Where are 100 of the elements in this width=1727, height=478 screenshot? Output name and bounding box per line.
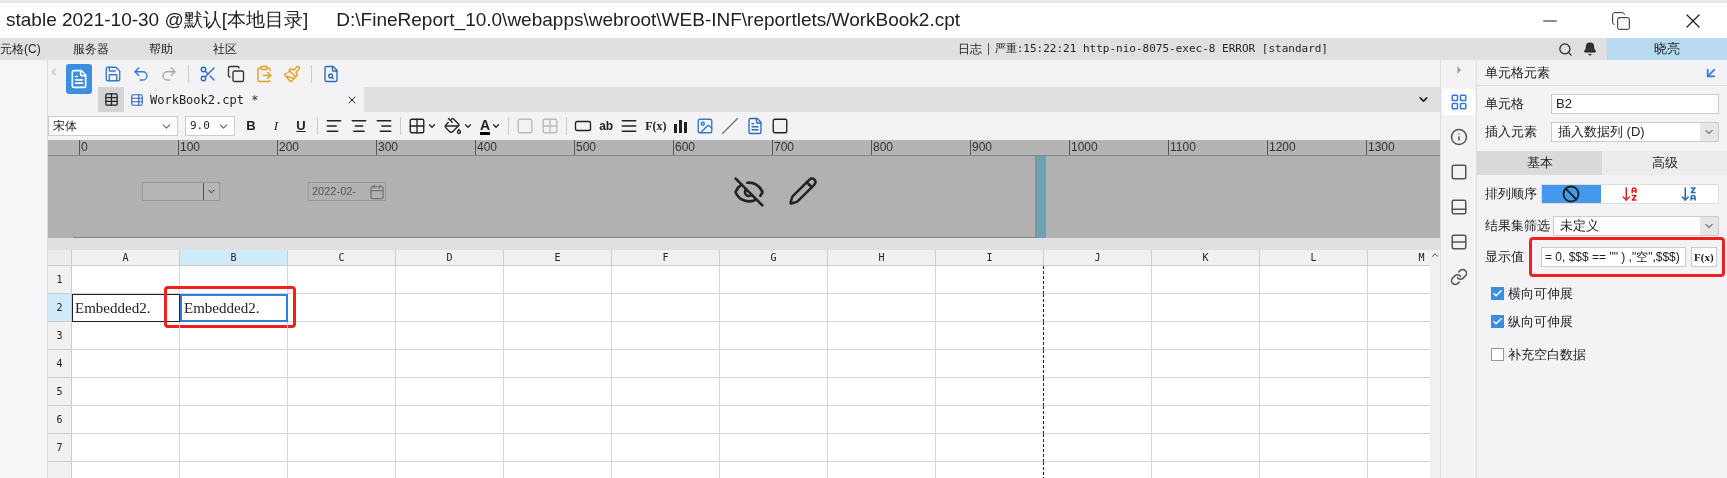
eye-off-icon[interactable] — [733, 176, 765, 208]
align-left-icon[interactable] — [325, 117, 343, 135]
column-header[interactable]: K — [1152, 250, 1260, 266]
unmerge-icon[interactable] — [541, 117, 560, 135]
caret-icon[interactable] — [491, 121, 502, 131]
paragraph-icon[interactable] — [620, 117, 639, 135]
formula-button[interactable]: F(x) — [645, 117, 667, 135]
caret-icon[interactable] — [427, 121, 437, 131]
side-tab[interactable] — [1442, 89, 1475, 115]
search-template-icon[interactable] — [322, 64, 340, 83]
table-cell[interactable] — [936, 434, 1044, 462]
copy-icon[interactable] — [227, 64, 245, 83]
file-tab[interactable]: WorkBook2.cpt * — [124, 87, 364, 112]
new-sheet-icon[interactable] — [103, 92, 119, 107]
rows-icon[interactable] — [1449, 233, 1468, 251]
row-header[interactable]: 5 — [48, 378, 72, 406]
restore-icon[interactable] — [1611, 10, 1631, 31]
column-header[interactable]: E — [504, 250, 612, 266]
row-header[interactable]: 4 — [48, 350, 72, 378]
merge-icon[interactable] — [516, 117, 535, 135]
table-cell[interactable] — [936, 322, 1044, 350]
cell-field[interactable]: B2 — [1551, 94, 1719, 114]
subreport-icon[interactable] — [746, 117, 765, 135]
table-cell[interactable] — [936, 294, 1044, 322]
column-header[interactable]: F — [612, 250, 720, 266]
column-header[interactable]: G — [720, 250, 828, 266]
paste-icon[interactable] — [255, 64, 273, 83]
style-button[interactable]: U — [292, 116, 310, 136]
slash-icon[interactable] — [721, 117, 740, 135]
column-header[interactable]: A — [72, 250, 180, 266]
fill-icon[interactable] — [444, 117, 462, 135]
log-label[interactable]: 日志 — [957, 40, 982, 58]
insert-select[interactable]: 插入数据列 (D) — [1551, 122, 1719, 142]
link-icon[interactable] — [1449, 268, 1468, 286]
row-header[interactable]: 7 — [48, 434, 72, 462]
combo-box[interactable] — [142, 182, 220, 201]
brush-icon[interactable] — [283, 64, 301, 83]
column-header[interactable]: D — [396, 250, 504, 266]
scissors-icon[interactable] — [199, 64, 217, 83]
save-icon[interactable] — [104, 64, 122, 83]
sort-option[interactable] — [1542, 185, 1601, 203]
row-header[interactable]: 1 — [48, 266, 72, 294]
caret-icon[interactable] — [463, 121, 473, 131]
filter-select[interactable]: 未定义 — [1553, 216, 1719, 236]
chart-icon[interactable] — [673, 118, 690, 134]
table-cell[interactable] — [936, 266, 1044, 294]
frame-icon[interactable] — [771, 117, 790, 135]
widget-icon[interactable] — [1449, 198, 1468, 216]
corner-cell[interactable] — [48, 250, 72, 266]
scroll-up-icon[interactable] — [1430, 250, 1440, 260]
date-field[interactable]: 2022-02- — [308, 182, 386, 201]
table-cell[interactable] — [936, 350, 1044, 378]
menu-item[interactable]: 元格(C) — [0, 40, 41, 58]
row-header[interactable]: 2 — [48, 294, 72, 322]
menu-item[interactable]: 服务器 — [72, 40, 109, 58]
checkbox[interactable] — [1491, 314, 1504, 328]
square-icon[interactable] — [1449, 163, 1468, 181]
grid-icon[interactable] — [1449, 93, 1468, 111]
search-icon[interactable] — [1558, 41, 1573, 57]
checkbox[interactable] — [1491, 348, 1504, 362]
border-icon[interactable] — [408, 117, 426, 135]
row-header[interactable]: 3 — [48, 322, 72, 350]
redo-icon[interactable] — [160, 64, 178, 83]
ruler-label: 800 — [873, 140, 894, 154]
design-icon[interactable] — [66, 64, 92, 94]
font-size-select[interactable]: 9.0 — [185, 116, 235, 136]
panel-tab[interactable]: 高级 — [1602, 151, 1727, 175]
image-icon[interactable] — [696, 117, 715, 135]
table-cell[interactable]: Embedded2. — [72, 294, 180, 322]
row-header[interactable]: 6 — [48, 406, 72, 434]
table-cell[interactable]: Embedded2. — [180, 294, 288, 322]
sort-toggle[interactable] — [1541, 184, 1719, 204]
column-header[interactable]: L — [1260, 250, 1368, 266]
column-header[interactable]: B — [180, 250, 288, 266]
font-color-button[interactable]: A — [480, 117, 491, 135]
column-header[interactable]: M — [1368, 250, 1430, 266]
align-center-icon[interactable] — [350, 117, 368, 135]
column-header[interactable]: I — [936, 250, 1044, 266]
column-header[interactable]: H — [828, 250, 936, 266]
panel-tab[interactable]: 基本 — [1477, 151, 1602, 175]
text-button[interactable]: ab — [599, 117, 614, 135]
checkbox[interactable] — [1491, 287, 1504, 301]
table-cell[interactable] — [936, 378, 1044, 406]
bell-icon[interactable] — [1583, 42, 1597, 56]
table-cell[interactable] — [936, 406, 1044, 434]
display-value-field[interactable]: = 0, $$$ == "" ) ,"空",$$$) — [1541, 247, 1686, 267]
user-button[interactable]: 晓亮 — [1607, 38, 1727, 60]
formula-button[interactable]: F(x) — [1691, 247, 1717, 267]
align-right-icon[interactable] — [375, 117, 393, 135]
menu-item[interactable]: 帮助 — [148, 40, 173, 58]
pencil-icon[interactable] — [788, 176, 818, 206]
undo-icon[interactable] — [132, 64, 150, 83]
column-header[interactable]: J — [1044, 250, 1152, 266]
info-icon[interactable] — [1449, 128, 1468, 146]
style-button[interactable]: I — [267, 116, 285, 136]
style-button[interactable]: B — [242, 116, 260, 136]
menu-item[interactable]: 社区 — [212, 40, 237, 58]
column-header[interactable]: C — [288, 250, 396, 266]
font-select[interactable]: 宋体 — [48, 116, 178, 136]
scrollbar[interactable] — [1430, 250, 1440, 478]
